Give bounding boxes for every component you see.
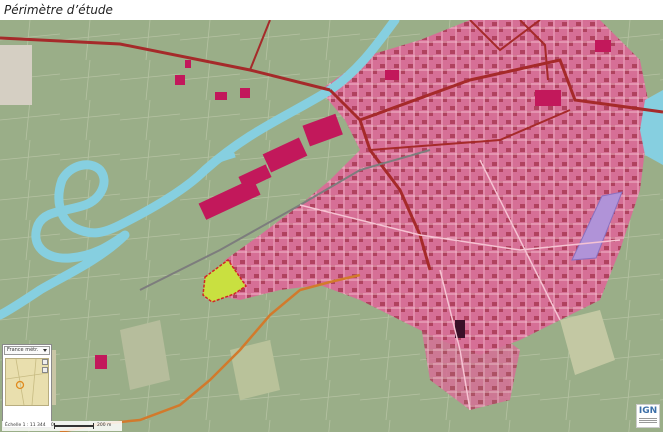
minimap-zoom-controls <box>42 359 49 403</box>
scale-bar-line <box>54 423 94 429</box>
map-view[interactable] <box>0 20 663 432</box>
territory-select-value: France métr. <box>7 347 39 353</box>
industrial-block <box>595 40 611 52</box>
scale-ratio: Échelle 1 : 11 344 <box>5 423 46 428</box>
ign-logo-text: IGN <box>638 406 658 416</box>
field-patch <box>0 45 32 105</box>
scale-bar: Échelle 1 : 11 344 0 200 m <box>2 421 122 431</box>
industrial-block <box>385 70 399 80</box>
industrial-block <box>95 355 107 369</box>
zoom-in-button[interactable] <box>42 359 48 365</box>
territory-select[interactable]: France métr. <box>4 346 50 355</box>
zoom-out-button[interactable] <box>42 367 48 373</box>
page-title: Périmètre d’étude <box>4 3 113 17</box>
minimap-panel: France métr. <box>2 344 52 428</box>
scale-end: 200 m <box>97 423 112 428</box>
building <box>215 92 227 100</box>
industrial-block <box>535 90 561 106</box>
chevron-down-icon <box>43 349 47 352</box>
building <box>240 88 250 98</box>
building <box>185 60 191 68</box>
building <box>175 75 185 85</box>
map-canvas <box>0 20 663 432</box>
ign-logo-subtext <box>639 418 657 424</box>
ign-logo: IGN <box>636 404 660 428</box>
